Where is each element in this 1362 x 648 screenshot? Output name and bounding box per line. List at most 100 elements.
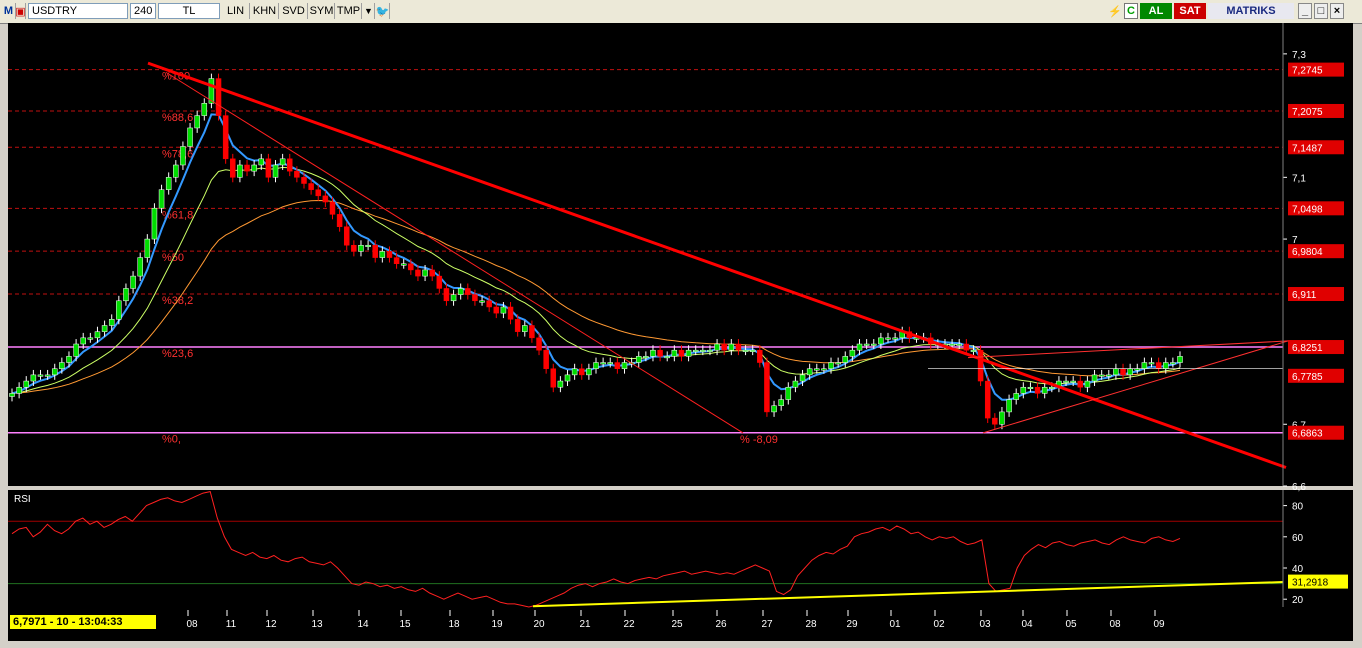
candle-body bbox=[201, 103, 208, 116]
refresh-icon[interactable]: C bbox=[1124, 3, 1138, 19]
candle-body bbox=[635, 356, 642, 363]
candle-body bbox=[792, 380, 799, 388]
candle-body bbox=[721, 343, 727, 351]
candle-body bbox=[607, 362, 613, 365]
candle-body bbox=[1163, 362, 1169, 369]
price-label: 7,0498 bbox=[1292, 204, 1323, 215]
candle-body bbox=[130, 275, 136, 289]
candle-body bbox=[536, 337, 542, 351]
twitter-icon[interactable]: 🐦 bbox=[376, 3, 390, 19]
dropdown-icon[interactable]: ▼ bbox=[363, 3, 375, 19]
lightning-icon[interactable]: ⚡ bbox=[1108, 3, 1122, 19]
candle-body bbox=[514, 319, 521, 332]
candle-body bbox=[1027, 386, 1034, 389]
maximize-icon[interactable]: □ bbox=[1314, 3, 1328, 19]
period-field[interactable]: 240 bbox=[130, 3, 156, 19]
candle-body bbox=[685, 349, 692, 357]
price-panel-bg bbox=[8, 23, 1283, 486]
candle-body bbox=[400, 263, 407, 266]
x-tick-label: 09 bbox=[1153, 619, 1165, 630]
candle-body bbox=[66, 356, 72, 363]
y-tick-label: 6,6 bbox=[1292, 482, 1306, 493]
candle-body bbox=[16, 386, 22, 394]
candle-body bbox=[73, 343, 79, 357]
candle-body bbox=[457, 288, 464, 295]
svd-button[interactable]: SVD bbox=[280, 3, 308, 19]
candle-body bbox=[372, 244, 378, 258]
candle-body bbox=[173, 164, 179, 178]
candle-body bbox=[1041, 386, 1048, 394]
chart-type-icon[interactable]: ▣ bbox=[15, 3, 26, 19]
candle-body bbox=[443, 288, 450, 302]
candle-body bbox=[37, 374, 44, 377]
candle-body bbox=[714, 343, 720, 351]
x-tick-label: 19 bbox=[491, 619, 503, 630]
y-tick-label: 7,3 bbox=[1292, 50, 1306, 61]
candle-body bbox=[379, 251, 386, 258]
candle-body bbox=[621, 362, 628, 369]
candle-body bbox=[272, 164, 279, 178]
chart-area: %100 %88,6 %78,6 %61,8 %50 %38,2 %23,6 %0, % -8… bbox=[8, 23, 1353, 641]
price-label: 6,7785 bbox=[1292, 372, 1323, 383]
candle-body bbox=[707, 349, 713, 352]
candle-body bbox=[1077, 380, 1084, 388]
fib-label: %0, bbox=[162, 434, 181, 446]
candle-body bbox=[1070, 380, 1076, 383]
lin-button[interactable]: LIN bbox=[222, 3, 250, 19]
candle-body bbox=[422, 269, 428, 277]
candle-body bbox=[137, 257, 143, 277]
candle-body bbox=[94, 331, 101, 339]
candle-body bbox=[529, 325, 535, 339]
x-tick-label: 21 bbox=[579, 619, 591, 630]
price-label: 6,9804 bbox=[1292, 247, 1323, 258]
close-icon[interactable]: × bbox=[1330, 3, 1344, 19]
candle-body bbox=[1084, 380, 1091, 388]
candle-body bbox=[1120, 368, 1126, 376]
fib-label: %23,6 bbox=[162, 348, 193, 360]
candle-body bbox=[358, 244, 364, 252]
candle-body bbox=[308, 183, 314, 190]
candle-body bbox=[643, 356, 649, 359]
candle-body bbox=[1013, 393, 1019, 400]
minimize-icon[interactable]: _ bbox=[1298, 3, 1312, 19]
x-tick-label: 11 bbox=[226, 619, 237, 630]
candle-body bbox=[493, 306, 500, 314]
symbol-field[interactable]: USDTRY bbox=[28, 3, 128, 19]
sell-button[interactable]: SAT bbox=[1174, 3, 1206, 19]
candle-body bbox=[1020, 386, 1027, 394]
candle-body bbox=[1127, 368, 1133, 376]
candle-body bbox=[735, 343, 742, 351]
x-tick-label: 02 bbox=[933, 619, 945, 630]
candle-body bbox=[757, 349, 763, 363]
candle-body bbox=[1049, 386, 1055, 389]
candle-body bbox=[108, 319, 115, 326]
candle-body bbox=[1155, 362, 1162, 369]
candle-body bbox=[814, 368, 820, 371]
candle-body bbox=[287, 158, 293, 172]
tmp-button[interactable]: TMP bbox=[336, 3, 362, 19]
x-tick-label: 26 bbox=[715, 619, 727, 630]
candle-body bbox=[123, 288, 129, 302]
candle-body bbox=[564, 374, 571, 382]
candle-body bbox=[1106, 374, 1112, 377]
sym-button[interactable]: SYM bbox=[309, 3, 335, 19]
rsi-y-tick-label: 40 bbox=[1292, 564, 1304, 575]
candle-body bbox=[522, 325, 528, 332]
candle-body bbox=[180, 146, 186, 166]
currency-field[interactable]: TL bbox=[158, 3, 220, 19]
candle-body bbox=[1034, 386, 1041, 394]
fib-label: %88,6 bbox=[162, 112, 193, 124]
candle-body bbox=[450, 294, 457, 302]
x-tick-label: 20 bbox=[533, 619, 545, 630]
candle-body bbox=[984, 380, 991, 419]
logo[interactable]: M bbox=[2, 3, 16, 19]
candle-body bbox=[329, 201, 336, 215]
khn-button[interactable]: KHN bbox=[251, 3, 279, 19]
candle-body bbox=[101, 325, 108, 332]
candle-body bbox=[550, 368, 557, 388]
candle-body bbox=[187, 127, 193, 147]
candle-body bbox=[87, 337, 94, 340]
candle-body bbox=[1091, 374, 1098, 382]
candle-body bbox=[871, 343, 877, 346]
buy-button[interactable]: AL bbox=[1140, 3, 1172, 19]
